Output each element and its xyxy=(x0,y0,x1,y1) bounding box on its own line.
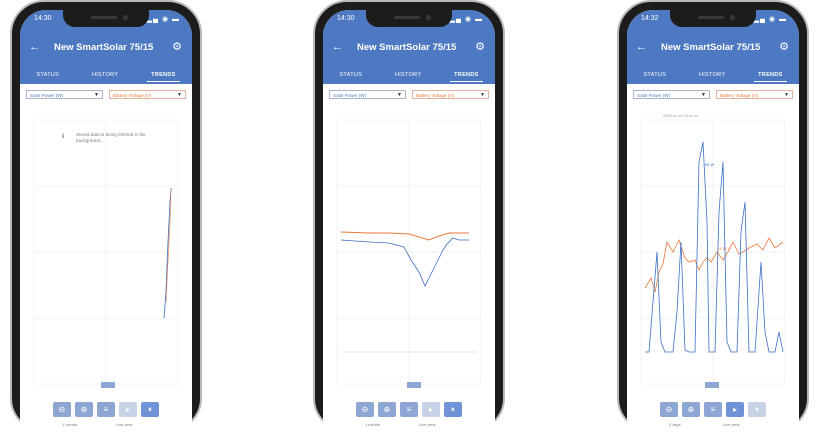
status-time: 14:30 xyxy=(337,15,355,22)
battery-selector-label: Battery Voltage (V) xyxy=(113,93,151,98)
loading-message: ℹ Stored data is being fetched in the bac… xyxy=(62,132,156,144)
notch xyxy=(63,10,149,27)
pause-icon[interactable]: ⏸ xyxy=(141,402,159,417)
info-icon: ℹ xyxy=(62,134,65,140)
trend-chart[interactable]: ℹ Stored data is being fetched in the bac… xyxy=(26,102,186,392)
tab-status[interactable]: STATUS xyxy=(32,69,63,81)
tab-bar: STATUS HISTORY TRENDS xyxy=(20,66,192,84)
solar-selector-label: Solar Power (W) xyxy=(333,93,367,98)
play-icon[interactable]: ▸ xyxy=(119,402,137,417)
zoom-label: 3 days xyxy=(669,422,681,427)
battery-point-label: 14.32 V xyxy=(717,246,731,251)
menu-icon[interactable]: ≡ xyxy=(400,402,418,417)
selector-row: Solar Power (W) ▼ Battery Voltage (V) ▼ xyxy=(633,90,793,99)
dropdown-icon: ▼ xyxy=(177,92,182,98)
zoom-in-icon[interactable]: ⊕ xyxy=(682,402,700,417)
system-icons: ▂▄ ◉ ▬ xyxy=(146,16,180,23)
tab-trends[interactable]: TRENDS xyxy=(754,69,787,82)
zoom-in-icon[interactable]: ⊕ xyxy=(75,402,93,417)
device-title: New SmartSolar 75/15 xyxy=(661,42,761,53)
pause-icon[interactable]: ⏸ xyxy=(444,402,462,417)
phone-1: 14:30 ▂▄ ◉ ▬ ← New SmartSolar 75/15 ⚙ ST… xyxy=(10,0,202,434)
chart-svg xyxy=(33,119,179,388)
loading-text: Stored data is being fetched in the back… xyxy=(76,132,146,143)
notch xyxy=(366,10,452,27)
trend-chart[interactable] xyxy=(329,102,489,392)
zoom-in-icon[interactable]: ⊕ xyxy=(378,402,396,417)
chart-controls: ⊖ ⊕ ≡ ▸ ⏸ xyxy=(627,402,799,418)
chart-svg xyxy=(336,119,482,388)
dropdown-icon: ▼ xyxy=(701,92,706,98)
play-icon[interactable]: ▸ xyxy=(422,402,440,417)
system-icons: ▂▄ ◉ ▬ xyxy=(753,16,787,23)
app-bar: ← New SmartSolar 75/15 ⚙ xyxy=(627,37,799,59)
solar-selector[interactable]: Solar Power (W) ▼ xyxy=(329,90,406,99)
selector-row: Solar Power (W) ▼ Battery Voltage (V) ▼ xyxy=(26,90,186,99)
gear-icon[interactable]: ⚙ xyxy=(475,40,485,53)
menu-icon[interactable]: ≡ xyxy=(704,402,722,417)
dropdown-icon: ▼ xyxy=(480,92,485,98)
tab-trends[interactable]: TRENDS xyxy=(450,69,483,82)
phone-screen: 14:30 ▂▄ ◉ ▬ ← New SmartSolar 75/15 ⚙ ST… xyxy=(20,10,192,434)
tab-trends[interactable]: TRENDS xyxy=(147,69,180,82)
dropdown-icon: ▼ xyxy=(94,92,99,98)
mode-label: Live view xyxy=(116,422,133,427)
mode-label: Live view xyxy=(419,422,436,427)
app-bar: ← New SmartSolar 75/15 ⚙ xyxy=(323,37,495,59)
menu-icon[interactable]: ≡ xyxy=(97,402,115,417)
dropdown-icon: ▼ xyxy=(784,92,789,98)
phone-2: 14:30 ▂▄ ◉ ▬ ← New SmartSolar 75/15 ⚙ ST… xyxy=(313,0,505,434)
app-bar: ← New SmartSolar 75/15 ⚙ xyxy=(20,37,192,59)
tab-history[interactable]: HISTORY xyxy=(391,69,425,81)
solar-selector-label: Solar Power (W) xyxy=(637,93,671,98)
tab-bar: STATUS HISTORY TRENDS xyxy=(627,66,799,84)
phone-screen: 14:30 ▂▄ ◉ ▬ ← New SmartSolar 75/15 ⚙ ST… xyxy=(323,10,495,434)
chart-controls: ⊖ ⊕ ≡ ▸ ⏸ xyxy=(20,402,192,418)
phone-3: 14:32 ▂▄ ◉ ▬ ← New SmartSolar 75/15 ⚙ ST… xyxy=(617,0,809,434)
back-arrow-icon[interactable]: ← xyxy=(29,41,40,53)
battery-selector[interactable]: Battery Voltage (V) ▼ xyxy=(109,90,186,99)
tab-status[interactable]: STATUS xyxy=(335,69,366,81)
zoom-out-icon[interactable]: ⊖ xyxy=(660,402,678,417)
pause-icon[interactable]: ⏸ xyxy=(748,402,766,417)
zoom-label: 1 minute xyxy=(62,422,78,427)
battery-selector-label: Battery Voltage (V) xyxy=(416,93,454,98)
tooltip-timestamp: 2020-xx-xx 10:xx:xx xyxy=(663,113,698,118)
device-title: New SmartSolar 75/15 xyxy=(357,42,457,53)
play-icon[interactable]: ▸ xyxy=(726,402,744,417)
zoom-out-icon[interactable]: ⊖ xyxy=(53,402,71,417)
status-time: 14:32 xyxy=(641,15,659,22)
battery-selector-label: Battery Voltage (V) xyxy=(720,93,758,98)
battery-selector[interactable]: Battery Voltage (V) ▼ xyxy=(412,90,489,99)
back-arrow-icon[interactable]: ← xyxy=(636,41,647,53)
notch xyxy=(670,10,756,27)
tab-history[interactable]: HISTORY xyxy=(695,69,729,81)
zoom-out-icon[interactable]: ⊖ xyxy=(356,402,374,417)
solar-selector-label: Solar Power (W) xyxy=(30,93,64,98)
selector-row: Solar Power (W) ▼ Battery Voltage (V) ▼ xyxy=(329,90,489,99)
system-icons: ▂▄ ◉ ▬ xyxy=(449,16,483,23)
zoom-label: 1 minute xyxy=(365,422,381,427)
battery-selector[interactable]: Battery Voltage (V) ▼ xyxy=(716,90,793,99)
dropdown-icon: ▼ xyxy=(397,92,402,98)
trend-chart[interactable]: 2020-xx-xx 10:xx:xx 56 W 14.32 V xyxy=(633,102,793,392)
solar-selector[interactable]: Solar Power (W) ▼ xyxy=(633,90,710,99)
tab-history[interactable]: HISTORY xyxy=(88,69,122,81)
tab-status[interactable]: STATUS xyxy=(639,69,670,81)
back-arrow-icon[interactable]: ← xyxy=(332,41,343,53)
gear-icon[interactable]: ⚙ xyxy=(779,40,789,53)
phone-screen: 14:32 ▂▄ ◉ ▬ ← New SmartSolar 75/15 ⚙ ST… xyxy=(627,10,799,434)
chart-svg: 2020-xx-xx 10:xx:xx 56 W 14.32 V xyxy=(640,113,786,388)
tab-bar: STATUS HISTORY TRENDS xyxy=(323,66,495,84)
mode-label: Live view xyxy=(723,422,740,427)
solar-selector[interactable]: Solar Power (W) ▼ xyxy=(26,90,103,99)
device-title: New SmartSolar 75/15 xyxy=(54,42,154,53)
gear-icon[interactable]: ⚙ xyxy=(172,40,182,53)
chart-controls: ⊖ ⊕ ≡ ▸ ⏸ xyxy=(323,402,495,418)
status-time: 14:30 xyxy=(34,15,52,22)
solar-point-label: 56 W xyxy=(705,162,715,167)
